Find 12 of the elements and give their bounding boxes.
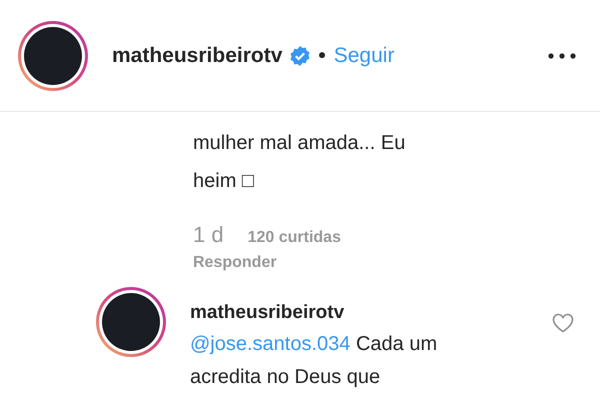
reply-link[interactable]: Responder (193, 251, 277, 275)
comment-text: mulher mal amada... Eu heim □ (193, 131, 406, 194)
mention-link[interactable]: @jose.santos.034 (190, 332, 350, 354)
like-count: 120 curtidas (248, 228, 341, 248)
comment-text: @jose.santos.034 Cada um acredita no Deus que (190, 332, 438, 390)
comment-time: 1 d (193, 221, 224, 249)
more-options-icon[interactable] (548, 52, 576, 58)
comment-username[interactable]: matheusribeirotv (190, 299, 552, 328)
separator-dot: • (318, 42, 326, 69)
follow-link[interactable]: Seguir (334, 40, 394, 72)
heart-icon[interactable] (552, 313, 574, 333)
username[interactable]: matheusribeirotv (112, 40, 282, 72)
